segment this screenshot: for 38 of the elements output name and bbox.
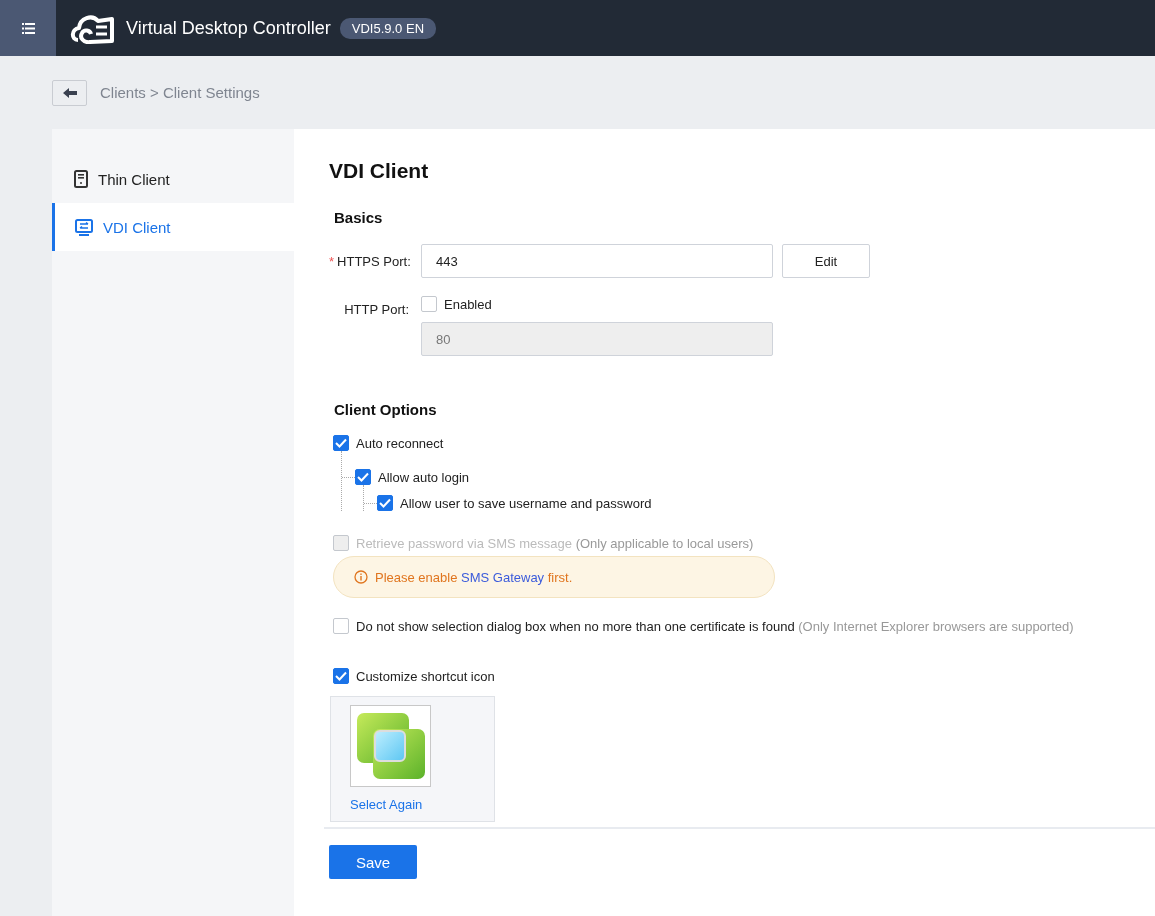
section-title: Basics (334, 209, 384, 226)
checkbox[interactable] (333, 668, 349, 684)
app-title: Virtual Desktop Controller (126, 17, 331, 39)
field-label: * HTTPS Port: (329, 253, 412, 269)
menu-button[interactable] (0, 0, 56, 56)
version-badge: VDI5.9.0 EN (339, 17, 437, 39)
device-icon (74, 170, 88, 188)
checkbox[interactable] (333, 435, 349, 451)
menu-icon (21, 22, 35, 34)
breadcrumb: Clients > Client Settings (100, 84, 260, 101)
edit-button[interactable]: Edit (782, 244, 870, 278)
option-label: Auto reconnect (356, 435, 444, 451)
option-label: Allow user to save username and password (400, 495, 652, 511)
cloud-logo-icon (70, 12, 114, 44)
app-icon (354, 711, 427, 781)
back-button[interactable] (52, 79, 87, 106)
option-label: Allow auto login (378, 469, 470, 485)
option-label: Customize shortcut icon (356, 668, 495, 684)
sidebar-label: VDI Client (103, 218, 171, 236)
monitor-icon (75, 218, 93, 236)
select-again-link[interactable]: Select Again (350, 797, 423, 812)
sidebar-item[interactable]: Thin Client (52, 155, 294, 203)
page-title: VDI Client (329, 159, 430, 183)
save-button[interactable]: Save (329, 845, 417, 879)
sidebar-item[interactable]: VDI Client (52, 203, 294, 251)
info-icon (354, 570, 368, 584)
checkbox[interactable] (355, 469, 371, 485)
sidebar-label: Thin Client (98, 170, 170, 188)
warning-text: Please enable SMS Gateway first. (375, 569, 573, 585)
option-label: Do not show selection dialog box when no more than one certificate is found (Only Internet Explorer browsers are supported) (356, 618, 1074, 634)
checkbox[interactable] (333, 618, 349, 634)
checkbox[interactable] (377, 495, 393, 511)
https-port-field[interactable]: 443 (421, 244, 773, 278)
field-label: HTTP Port: (343, 301, 410, 317)
section-title: Client Options (334, 401, 438, 418)
option-label: Retrieve password via SMS message (Only applicable to local users) (356, 535, 754, 551)
arrow-left-icon (62, 87, 77, 98)
checkbox-label: Enabled (444, 296, 492, 312)
